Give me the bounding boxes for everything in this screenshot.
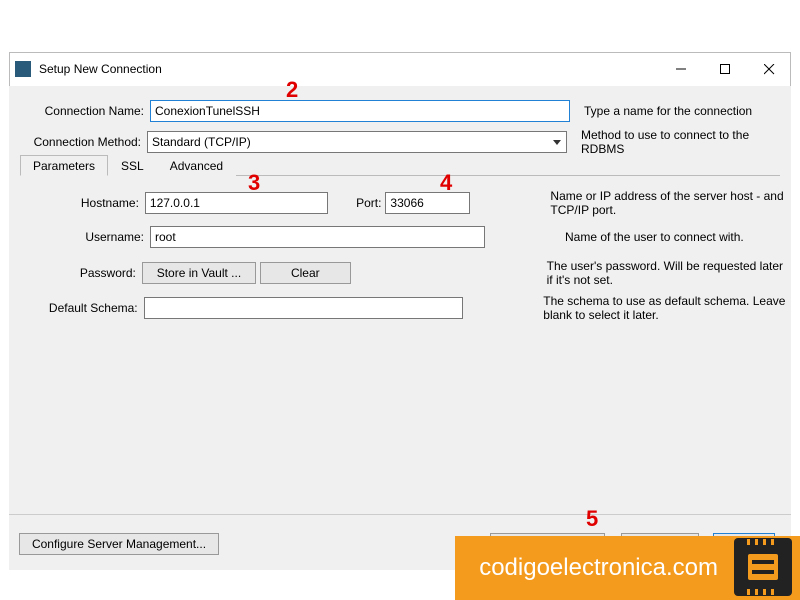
window-title: Setup New Connection xyxy=(39,62,659,76)
tabs: Parameters SSL Advanced xyxy=(20,154,780,176)
connection-method-select[interactable]: Standard (TCP/IP) xyxy=(147,131,567,153)
connection-name-input[interactable] xyxy=(150,100,570,122)
dialog-body: Connection Name: Type a name for the con… xyxy=(9,86,791,570)
configure-server-button[interactable]: Configure Server Management... xyxy=(19,533,219,555)
connection-name-label: Connection Name: xyxy=(9,104,144,118)
minimize-button[interactable] xyxy=(659,55,703,83)
titlebar: Setup New Connection xyxy=(9,54,791,84)
annotation-4: 4 xyxy=(440,170,452,196)
default-schema-input[interactable] xyxy=(144,297,464,319)
password-hint: The user's password. Will be requested l… xyxy=(547,259,791,287)
connection-name-hint: Type a name for the connection xyxy=(584,104,752,118)
port-input[interactable] xyxy=(385,192,470,214)
hostname-label: Hostname: xyxy=(9,196,139,210)
username-input[interactable] xyxy=(150,226,485,248)
connection-method-label: Connection Method: xyxy=(9,135,141,149)
annotation-3: 3 xyxy=(248,170,260,196)
password-label: Password: xyxy=(9,266,136,280)
port-label: Port: xyxy=(338,196,381,210)
annotation-2: 2 xyxy=(286,77,298,103)
watermark-logo xyxy=(734,538,792,596)
default-schema-label: Default Schema: xyxy=(9,301,138,315)
username-label: Username: xyxy=(9,230,144,244)
store-in-vault-button[interactable]: Store in Vault ... xyxy=(142,262,256,284)
maximize-button[interactable] xyxy=(703,55,747,83)
clear-password-button[interactable]: Clear xyxy=(260,262,351,284)
username-hint: Name of the user to connect with. xyxy=(565,230,744,244)
hostname-hint: Name or IP address of the server host - … xyxy=(550,189,791,217)
default-schema-hint: The schema to use as default schema. Lea… xyxy=(543,294,791,322)
annotation-5: 5 xyxy=(586,506,598,532)
hostname-input[interactable] xyxy=(145,192,328,214)
tab-advanced[interactable]: Advanced xyxy=(157,155,236,176)
tab-ssl[interactable]: SSL xyxy=(108,155,157,176)
app-icon xyxy=(15,61,31,77)
connection-method-hint: Method to use to connect to the RDBMS xyxy=(581,128,791,156)
close-button[interactable] xyxy=(747,55,791,83)
watermark-text: codigoelectronica.com xyxy=(479,554,718,582)
tab-parameters[interactable]: Parameters xyxy=(20,155,108,176)
